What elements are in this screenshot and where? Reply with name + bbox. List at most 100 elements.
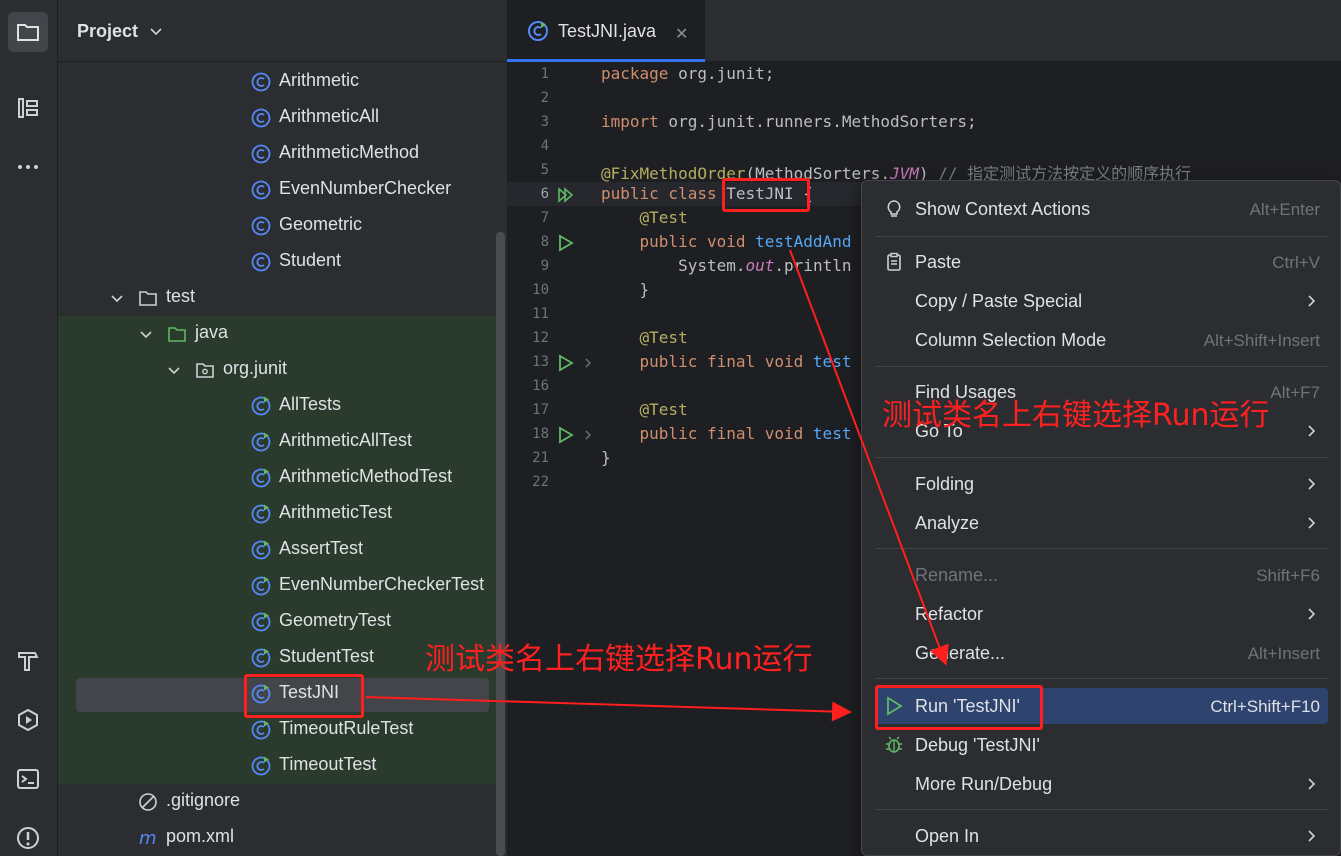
tree-item-geometric[interactable]: Geometric xyxy=(58,208,496,244)
test-class-icon xyxy=(251,468,271,488)
code-line-7[interactable]: @Test xyxy=(601,208,688,227)
line-number: 16 xyxy=(532,378,549,394)
tree-item-arithmeticmethodtest[interactable]: ArithmeticMethodTest xyxy=(58,460,496,496)
menu-open-in[interactable]: Open In xyxy=(876,818,1328,854)
code-line-17[interactable]: @Test xyxy=(601,400,688,419)
menu-separator xyxy=(876,457,1328,458)
chevron-right-icon xyxy=(1308,295,1316,307)
tree-item-arithmetic[interactable]: Arithmetic xyxy=(58,64,496,100)
tree-item-label: TimeoutRuleTest xyxy=(279,718,414,738)
tree-item-org-junit[interactable]: org.junit xyxy=(58,352,496,388)
structure-tool-button[interactable] xyxy=(8,88,48,128)
code-line-18[interactable]: public final void test xyxy=(601,424,852,443)
fold-chevron-icon[interactable] xyxy=(583,430,593,440)
chevron-down-icon[interactable] xyxy=(110,291,124,305)
tree-item-arithmeticmethod[interactable]: ArithmeticMethod xyxy=(58,136,496,172)
line-number: 4 xyxy=(540,138,549,154)
tree-item-alltests[interactable]: AllTests xyxy=(58,388,496,424)
tree-item-evennumbercheckertest[interactable]: EvenNumberCheckerTest xyxy=(58,568,496,604)
menu-generate[interactable]: Generate... Alt+Insert xyxy=(876,635,1328,671)
menu-refactor[interactable]: Refactor xyxy=(876,596,1328,632)
chevron-right-icon xyxy=(1308,425,1316,437)
run-test-icon[interactable] xyxy=(557,234,575,252)
tree-item-label: GeometryTest xyxy=(279,610,392,630)
line-number: 17 xyxy=(532,402,549,418)
annotation-box-tree-item xyxy=(244,674,364,718)
project-scrollbar[interactable] xyxy=(496,232,505,856)
code-line-1[interactable]: package org.junit; xyxy=(601,64,774,83)
project-panel: Project Arithmetic ArithmeticAll Arithmeti… xyxy=(58,0,507,856)
project-panel-header: Project xyxy=(58,0,507,62)
tree-item-timeouttest[interactable]: TimeoutTest xyxy=(58,748,496,784)
line-number: 9 xyxy=(540,258,549,274)
chevron-right-icon xyxy=(1308,517,1316,529)
line-number: 12 xyxy=(532,330,549,346)
tree-item-test[interactable]: test xyxy=(58,280,496,316)
class-icon xyxy=(251,216,271,236)
terminal-tool-button[interactable] xyxy=(8,759,48,799)
chevron-right-icon xyxy=(1308,478,1316,490)
run-class-double-icon[interactable] xyxy=(557,186,575,204)
clipboard-icon xyxy=(887,252,901,271)
tree-item-pom-xml[interactable]: m pom.xml xyxy=(58,820,496,856)
tree-item-label: java xyxy=(195,322,229,342)
close-icon[interactable]: ✕ xyxy=(675,24,688,43)
menu-show-context-actions[interactable]: Show Context Actions Alt+Enter xyxy=(876,191,1328,227)
chevron-down-icon[interactable] xyxy=(139,327,153,341)
code-line-10[interactable]: } xyxy=(601,280,650,299)
tree-item-student[interactable]: Student xyxy=(58,244,496,280)
menu-paste[interactable]: Paste Ctrl+V xyxy=(876,244,1328,280)
chevron-down-icon[interactable] xyxy=(149,24,163,38)
menu-more-run-debug[interactable]: More Run/Debug xyxy=(876,766,1328,802)
menu-folding[interactable]: Folding xyxy=(876,466,1328,502)
tree-item-evennumberchecker[interactable]: EvenNumberChecker xyxy=(58,172,496,208)
code-line-13[interactable]: public final void test xyxy=(601,352,852,371)
tab-label: TestJNI.java xyxy=(558,21,657,41)
source-folder-icon xyxy=(167,324,187,344)
annotation-box-class-name xyxy=(722,178,810,212)
build-tool-button[interactable] xyxy=(8,640,48,680)
chevron-down-icon[interactable] xyxy=(167,363,181,377)
code-line-9[interactable]: System.out.println xyxy=(601,256,851,275)
code-line-12[interactable]: @Test xyxy=(601,328,688,347)
services-tool-button[interactable] xyxy=(8,700,48,740)
menu-debug-testjni[interactable]: Debug 'TestJNI' xyxy=(876,727,1328,763)
more-tools-button[interactable] xyxy=(8,147,48,187)
editor-tab-bar: TestJNI.java ✕ xyxy=(507,0,1341,62)
problems-tool-button[interactable] xyxy=(8,818,48,856)
menu-copy-paste-special[interactable]: Copy / Paste Special xyxy=(876,283,1328,319)
tree-item-arithmeticalltest[interactable]: ArithmeticAllTest xyxy=(58,424,496,460)
line-number: 5 xyxy=(540,162,549,178)
line-number: 11 xyxy=(532,306,549,322)
tree-item-gitignore[interactable]: .gitignore xyxy=(58,784,496,820)
tree-item-java[interactable]: java xyxy=(58,316,496,352)
project-panel-title[interactable]: Project xyxy=(77,21,138,42)
tab-testjni-java[interactable]: TestJNI.java ✕ xyxy=(507,0,705,62)
project-tool-button[interactable] xyxy=(8,12,48,52)
tree-item-arithmeticall[interactable]: ArithmeticAll xyxy=(58,100,496,136)
test-class-icon xyxy=(251,396,271,416)
tree-item-label: Student xyxy=(279,250,342,270)
test-class-icon xyxy=(251,540,271,560)
tree-item-arithmetictest[interactable]: ArithmeticTest xyxy=(58,496,496,532)
fold-chevron-icon[interactable] xyxy=(583,358,593,368)
tree-item-label: ArithmeticAll xyxy=(279,106,380,126)
tree-item-asserttest[interactable]: AssertTest xyxy=(58,532,496,568)
chevron-right-icon xyxy=(1308,778,1316,790)
menu-separator xyxy=(876,548,1328,549)
code-line-21[interactable]: } xyxy=(601,448,611,467)
structure-icon xyxy=(18,98,38,118)
tree-item-label: Arithmetic xyxy=(279,70,360,90)
tree-item-label: ArithmeticTest xyxy=(279,502,393,522)
line-number: 10 xyxy=(532,282,549,298)
menu-rename[interactable]: Rename... Shift+F6 xyxy=(876,557,1328,593)
code-line-8[interactable]: public void testAddAnd xyxy=(601,232,852,251)
menu-column-selection-mode[interactable]: Column Selection Mode Alt+Shift+Insert xyxy=(876,322,1328,358)
code-line-3[interactable]: import org.junit.runners.MethodSorters; xyxy=(601,112,977,131)
menu-analyze[interactable]: Analyze xyxy=(876,505,1328,541)
run-test-icon[interactable] xyxy=(557,354,575,372)
run-test-icon[interactable] xyxy=(557,426,575,444)
tree-item-label: AssertTest xyxy=(279,538,364,558)
line-number: 7 xyxy=(540,210,549,226)
tree-item-label: Geometric xyxy=(279,214,363,234)
